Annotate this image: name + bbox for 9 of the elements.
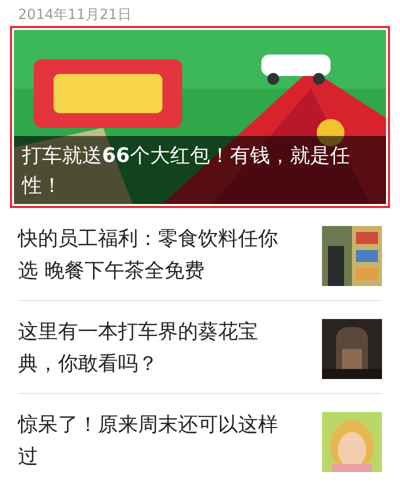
article-item[interactable]: 惊呆了！原来周末还可以这样过 (18, 393, 382, 486)
featured-article[interactable]: 打车就送66个大红包！有钱，就是任性！ (10, 26, 390, 208)
article-item[interactable]: 快的员工福利：零食饮料任你选 晚餐下午茶全免费 (0, 208, 400, 300)
article-title: 快的员工福利：零食饮料任你选 晚餐下午茶全免费 (18, 225, 279, 284)
article-item[interactable]: 这里有一本打车界的葵花宝典，你敢看吗？ (18, 300, 382, 393)
article-caption: 打车就送66个大红包！有钱，就是任性！ (14, 136, 386, 204)
article-title: 这里有一本打车界的葵花宝典，你敢看吗？ (18, 318, 259, 377)
article-title: 惊呆了！原来周末还可以这样过 (18, 411, 279, 470)
article-date: 2014年11月21日 (17, 6, 132, 25)
